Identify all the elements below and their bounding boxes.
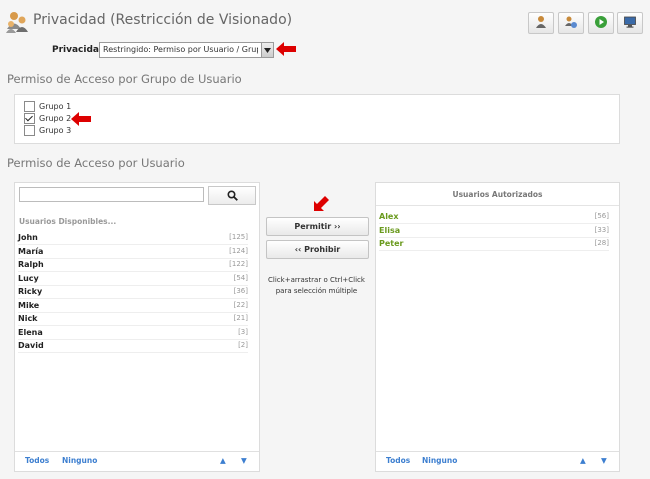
privacy-select[interactable]: Restringido: Permiso por Usuario / Grupo <box>99 42 274 58</box>
move-down-icon[interactable]: ▼ <box>241 456 247 465</box>
available-users-heading: Usuarios Disponibles... <box>19 217 117 226</box>
user-count: [36] <box>233 287 248 295</box>
group-item[interactable]: Grupo 3 <box>24 125 71 136</box>
move-up-icon[interactable]: ▲ <box>220 456 226 465</box>
user-name: Peter <box>379 239 404 248</box>
user-count: [21] <box>233 314 248 322</box>
available-user-row[interactable]: John [125] <box>18 231 248 245</box>
users-section-title: Permiso de Acceso por Usuario <box>7 156 185 170</box>
group-checkbox[interactable] <box>24 113 35 124</box>
privacy-select-value: Restringido: Permiso por Usuario / Grupo <box>103 45 258 54</box>
user-count: [122] <box>229 260 248 268</box>
move-up-icon[interactable]: ▲ <box>580 456 586 465</box>
authorized-user-row[interactable]: Peter [28] <box>379 237 609 251</box>
user-name: Elisa <box>379 225 401 235</box>
user-settings-button[interactable] <box>558 12 584 34</box>
search-button[interactable] <box>208 186 256 205</box>
play-button[interactable] <box>588 12 614 34</box>
search-icon <box>226 186 238 205</box>
available-users-panel: Usuarios Disponibles... John [125] María [… <box>14 182 260 472</box>
available-user-row[interactable]: María [124] <box>18 245 248 259</box>
authorized-user-row[interactable]: Alex [56] <box>379 210 609 224</box>
available-user-row[interactable]: Lucy [54] <box>18 272 248 286</box>
available-user-row[interactable]: Elena [3] <box>18 326 248 340</box>
user-count: [2] <box>238 341 248 349</box>
monitor-button[interactable] <box>617 12 643 34</box>
user-count: [124] <box>229 246 248 255</box>
select-none-link[interactable]: Ninguno <box>422 456 457 465</box>
multi-select-hint: Click+arrastrar o Ctrl+Click para selecc… <box>266 275 367 297</box>
select-none-link[interactable]: Ninguno <box>62 456 97 465</box>
user-count: [28] <box>594 239 609 247</box>
chevron-down-icon[interactable] <box>261 43 273 57</box>
group-label: Grupo 3 <box>39 126 72 135</box>
move-down-icon[interactable]: ▼ <box>601 456 607 465</box>
user-name: Elena <box>18 327 43 337</box>
available-user-row[interactable]: David [2] <box>18 339 248 353</box>
user-name: Ricky <box>18 287 43 296</box>
user-settings-icon <box>564 14 578 33</box>
group-label: Grupo 2 <box>39 114 72 123</box>
play-icon <box>594 14 608 33</box>
annotation-arrow-icon <box>276 42 296 56</box>
group-item[interactable]: Grupo 2 <box>24 113 71 124</box>
user-count: [22] <box>233 300 248 309</box>
users-group-icon <box>6 9 30 33</box>
user-count: [54] <box>233 273 248 282</box>
available-user-row[interactable]: Ralph [122] <box>18 258 248 272</box>
user-name: Ralph <box>18 260 44 269</box>
user-count: [3] <box>238 327 248 336</box>
available-user-row[interactable]: Nick [21] <box>18 312 248 326</box>
authorized-users-footer: Todos Ninguno ▲ ▼ <box>376 451 619 471</box>
search-input[interactable] <box>19 187 204 202</box>
user-name: María <box>18 246 44 256</box>
allow-button[interactable]: Permitir ›› <box>266 217 369 236</box>
authorized-users-heading: Usuarios Autorizados <box>452 190 543 199</box>
user-name: Alex <box>379 212 399 221</box>
authorized-users-panel: Usuarios Autorizados Alex [56] Elisa [33] … <box>375 182 620 472</box>
divider <box>376 205 619 206</box>
user-name: Mike <box>18 300 40 310</box>
user-name: John <box>18 233 38 242</box>
monitor-icon <box>623 14 637 33</box>
annotation-arrow-icon <box>71 112 91 126</box>
user-name: Nick <box>18 314 38 323</box>
available-user-row[interactable]: Mike [22] <box>18 299 248 313</box>
user-count: [56] <box>594 212 609 220</box>
deny-button[interactable]: ‹‹ Prohibir <box>266 240 369 259</box>
page-title: Privacidad (Restricción de Visionado) <box>33 12 293 28</box>
hint-line: Click+arrastrar o Ctrl+Click <box>268 276 365 284</box>
available-users-footer: Todos Ninguno ▲ ▼ <box>15 451 259 471</box>
user-count: [33] <box>594 225 609 234</box>
select-all-link[interactable]: Todos <box>25 456 49 465</box>
authorized-user-row[interactable]: Elisa [33] <box>379 224 609 238</box>
user-count: [125] <box>229 233 248 241</box>
user-name: David <box>18 341 44 350</box>
group-label: Grupo 1 <box>39 102 72 111</box>
groups-panel: Grupo 1 Grupo 2 Grupo 3 <box>14 94 620 144</box>
groups-section-title: Permiso de Acceso por Grupo de Usuario <box>7 72 242 86</box>
select-all-link[interactable]: Todos <box>386 456 410 465</box>
hint-line: para selección múltiple <box>275 287 358 295</box>
available-user-row[interactable]: Ricky [36] <box>18 285 248 299</box>
group-checkbox[interactable] <box>24 101 35 112</box>
group-checkbox[interactable] <box>24 125 35 136</box>
group-item[interactable]: Grupo 1 <box>24 101 71 112</box>
user-admin-button[interactable] <box>528 12 554 34</box>
annotation-arrow-icon <box>314 196 329 211</box>
user-admin-icon <box>534 14 548 33</box>
user-name: Lucy <box>18 273 39 283</box>
